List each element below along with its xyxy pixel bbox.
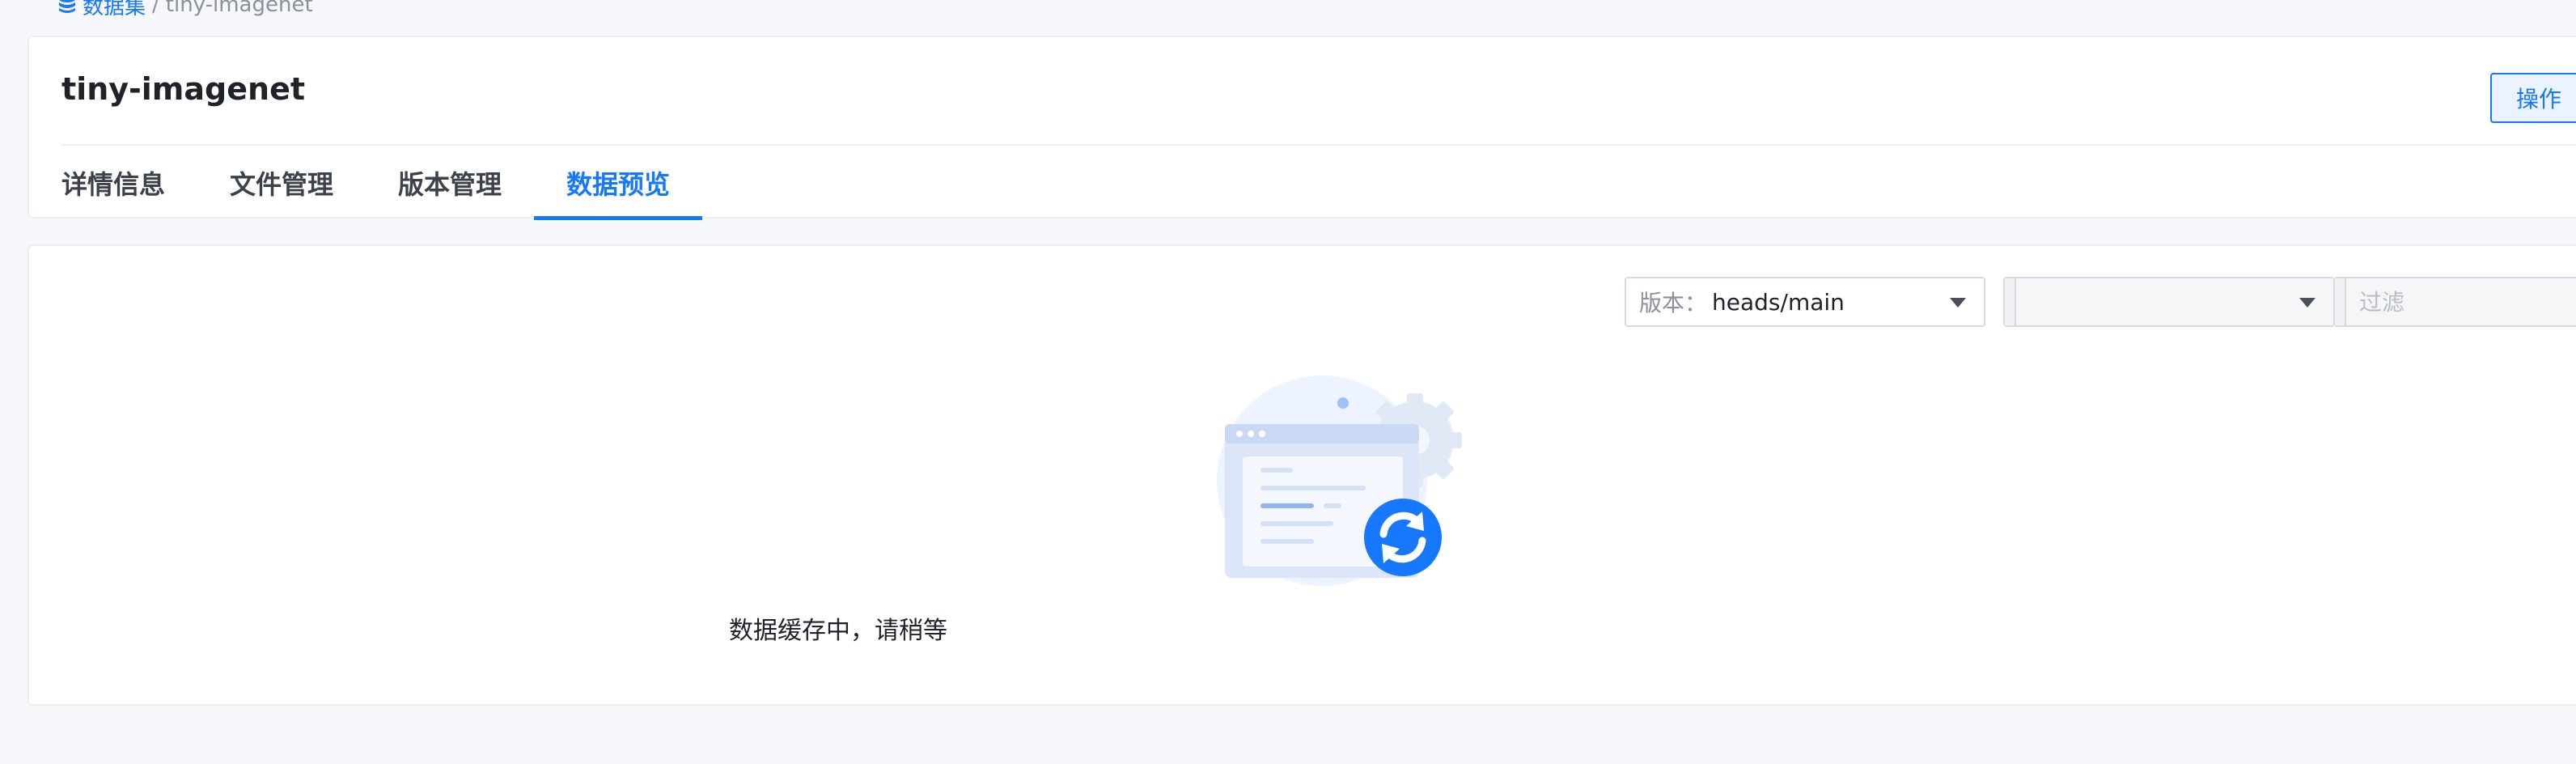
chevron-down-icon xyxy=(1950,298,1966,308)
breadcrumb-separator: / xyxy=(152,0,159,17)
tab-bar: 详情信息 文件管理 版本管理 数据预览 xyxy=(61,163,735,220)
breadcrumb: 数据集 / tiny-imagenet xyxy=(58,0,313,21)
header-divider xyxy=(61,144,2576,146)
breadcrumb-datasets-link[interactable]: 数据集 xyxy=(58,0,146,20)
filter-field xyxy=(2335,277,2576,327)
tab-versions[interactable]: 版本管理 xyxy=(398,163,502,220)
page-title: tiny-imagenet xyxy=(61,71,306,107)
filter-input[interactable] xyxy=(2358,287,2576,316)
preview-content-card: 版本： heads/main 过滤 数据缓存中，请稍等 xyxy=(28,244,2576,706)
caching-status-message: 数据缓存中，请稍等 xyxy=(729,617,947,645)
field-select[interactable] xyxy=(2003,277,2335,327)
action-button[interactable]: 操作 xyxy=(2490,73,2576,123)
caching-illustration xyxy=(1201,376,1493,586)
field-select-addon xyxy=(2005,278,2016,325)
refresh-icon xyxy=(1364,499,1442,576)
tab-details[interactable]: 详情信息 xyxy=(61,163,165,220)
chevron-down-icon xyxy=(2299,298,2315,308)
filter-addon xyxy=(2335,278,2346,325)
version-select-value: heads/main xyxy=(1712,288,1845,316)
tab-data-preview[interactable]: 数据预览 xyxy=(534,163,703,220)
breadcrumb-current: tiny-imagenet xyxy=(165,0,313,17)
database-icon xyxy=(58,0,76,15)
version-select-label: 版本： xyxy=(1639,290,1708,316)
breadcrumb-root-label[interactable]: 数据集 xyxy=(83,0,146,20)
tab-files[interactable]: 文件管理 xyxy=(230,163,333,220)
dataset-header-card: tiny-imagenet 操作 详情信息 文件管理 版本管理 数据预览 xyxy=(28,36,2576,220)
version-select[interactable]: 版本： heads/main xyxy=(1625,277,1985,327)
